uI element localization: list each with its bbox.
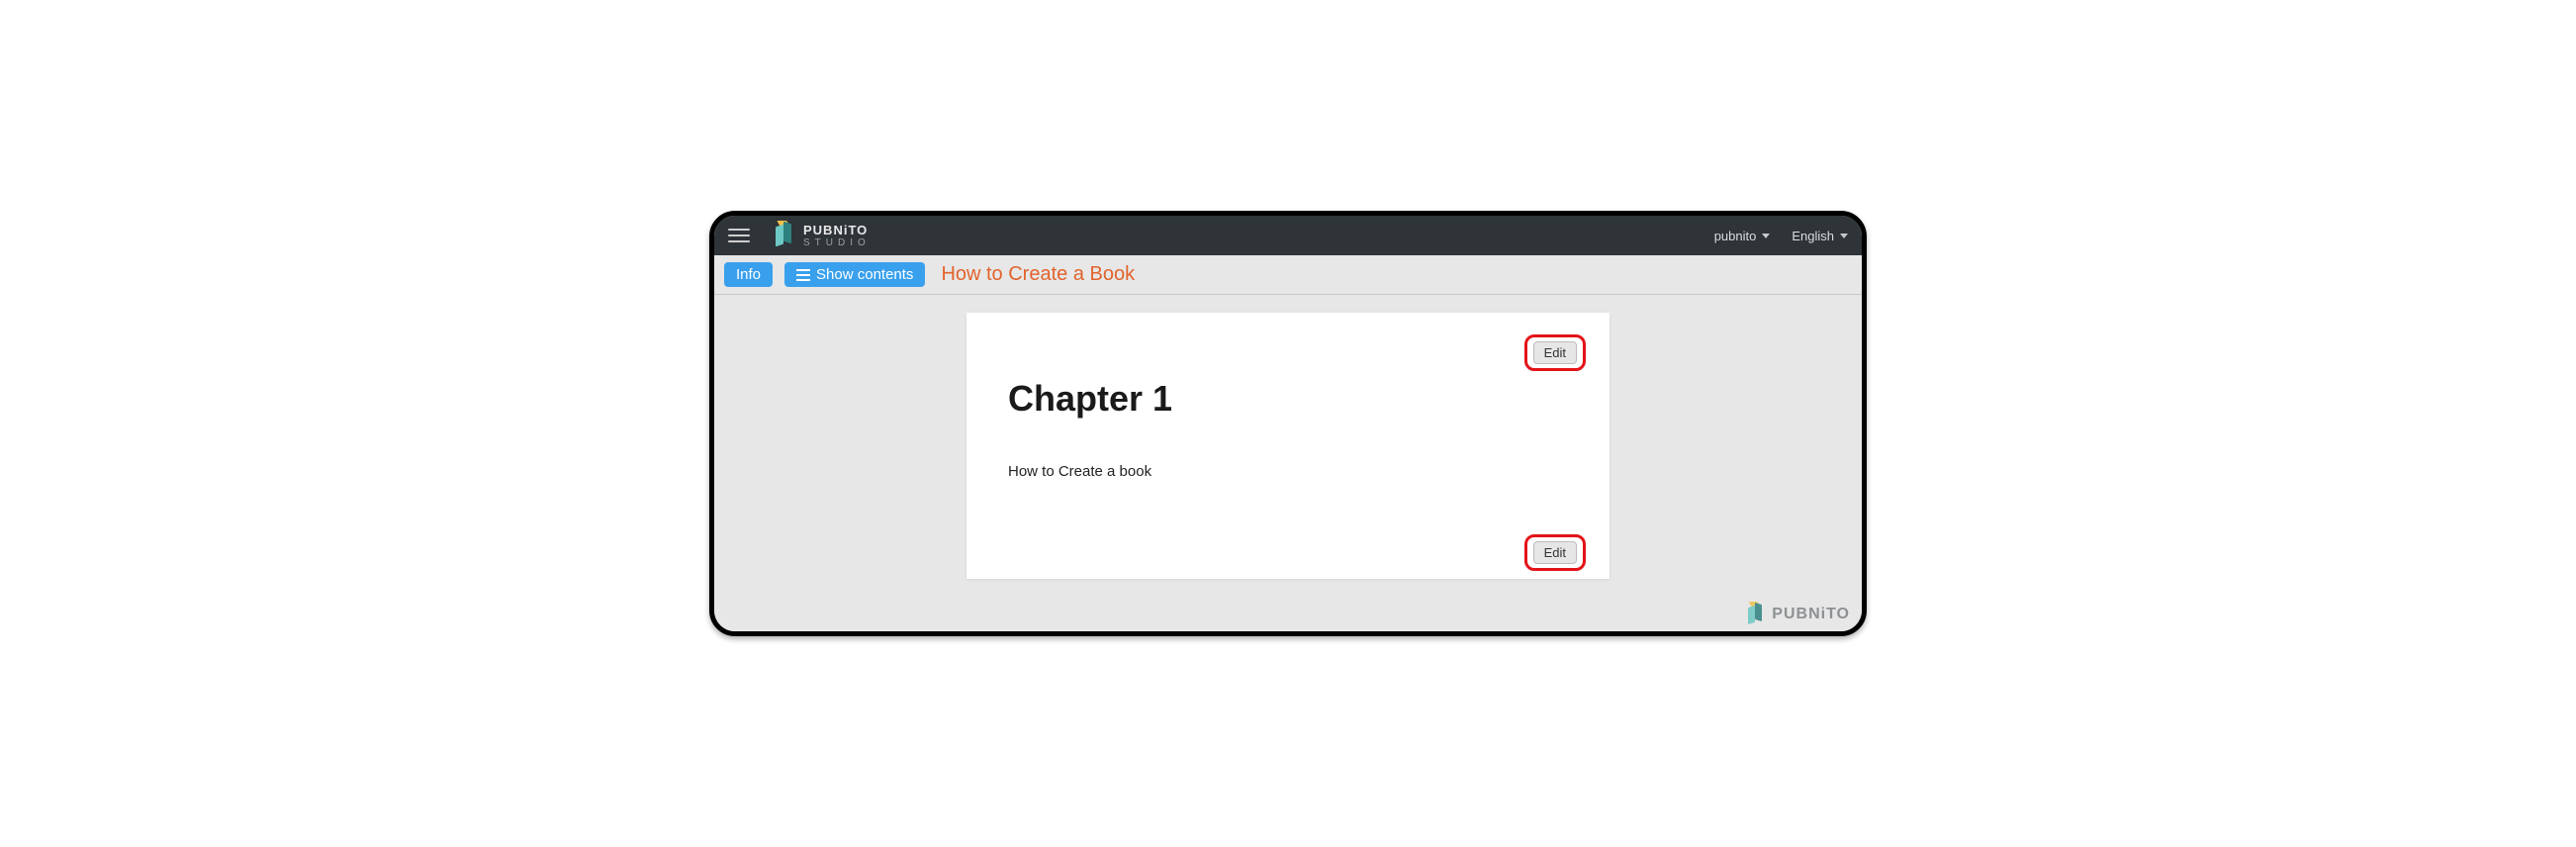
edit-button-bottom-label: Edit xyxy=(1544,545,1566,560)
app-window: PUBNiTO STUDIO pubnito English Info Show… xyxy=(709,211,1867,636)
info-button-label: Info xyxy=(736,266,761,283)
caret-down-icon xyxy=(1840,234,1848,238)
brand-name: PUBNiTO xyxy=(803,224,871,236)
caret-down-icon xyxy=(1762,234,1770,238)
show-contents-label: Show contents xyxy=(816,266,913,283)
book-icon xyxy=(774,223,795,248)
show-contents-button[interactable]: Show contents xyxy=(784,262,925,287)
user-menu-label: pubnito xyxy=(1714,229,1757,243)
info-button[interactable]: Info xyxy=(724,262,773,287)
chapter-heading: Chapter 1 xyxy=(1008,378,1568,420)
book-toolbar: Info Show contents How to Create a Book xyxy=(714,255,1862,295)
chapter-page: Edit Chapter 1 How to Create a book Edit xyxy=(966,313,1610,579)
brand-subtitle: STUDIO xyxy=(803,238,871,248)
book-title: How to Create a Book xyxy=(941,263,1135,286)
menu-icon[interactable] xyxy=(728,225,750,246)
user-menu[interactable]: pubnito xyxy=(1714,229,1771,243)
brand-text: PUBNiTO STUDIO xyxy=(803,224,871,248)
watermark: PUBNiTO xyxy=(1746,604,1850,625)
edit-highlight-top: Edit xyxy=(1524,334,1586,371)
edit-button-top-label: Edit xyxy=(1544,345,1566,360)
language-menu-label: English xyxy=(1792,229,1834,243)
editor-canvas: Edit Chapter 1 How to Create a book Edit… xyxy=(714,295,1862,631)
brand-logo[interactable]: PUBNiTO STUDIO xyxy=(774,223,871,248)
top-header: PUBNiTO STUDIO pubnito English xyxy=(714,216,1862,255)
edit-button-bottom[interactable]: Edit xyxy=(1533,541,1577,564)
edit-highlight-bottom: Edit xyxy=(1524,534,1586,571)
edit-button-top[interactable]: Edit xyxy=(1533,341,1577,364)
language-menu[interactable]: English xyxy=(1792,229,1848,243)
book-icon xyxy=(1746,604,1764,625)
list-icon xyxy=(796,269,810,281)
chapter-body-text: How to Create a book xyxy=(1008,463,1568,480)
watermark-text: PUBNiTO xyxy=(1772,606,1850,623)
